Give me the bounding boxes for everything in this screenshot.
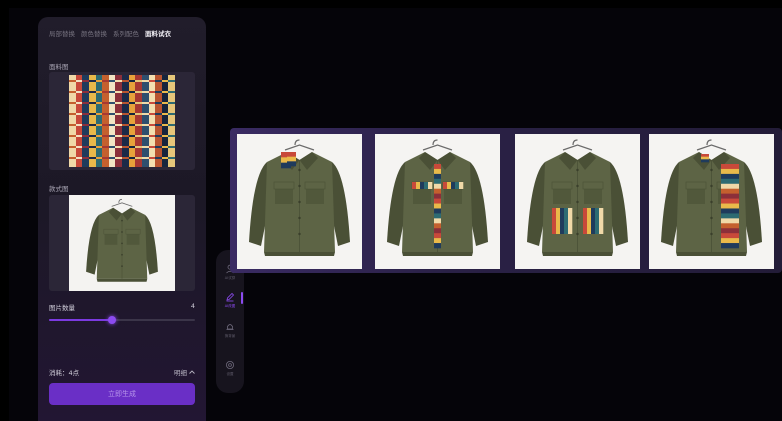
fabric-stripe bbox=[95, 75, 103, 167]
cost-row: 消耗：4点 明细 bbox=[49, 367, 195, 377]
rail-active-indicator bbox=[241, 292, 243, 304]
control-panel: 局部替换 颜色替换 系列配色 面料试衣 面料图 款式图 图片数量 4 消耗：4点… bbox=[38, 17, 206, 421]
tab-partial-replace[interactable]: 局部替换 bbox=[49, 28, 75, 38]
rail-item-background[interactable]: 换背景 bbox=[216, 322, 244, 339]
cost-detail-label: 明细 bbox=[174, 369, 187, 377]
fabric-stripe bbox=[141, 75, 149, 167]
fabric-stripe bbox=[102, 75, 109, 167]
tab-series-color[interactable]: 系列配色 bbox=[113, 28, 139, 38]
style-section-label: 款式图 bbox=[49, 185, 69, 193]
jacket-image bbox=[527, 139, 628, 256]
image-count-slider[interactable] bbox=[49, 316, 195, 324]
cost-label: 消耗：4点 bbox=[49, 369, 80, 377]
rail-label-edit: AI改图 bbox=[224, 304, 236, 308]
fabric-stripe bbox=[108, 75, 116, 167]
image-count-row: 图片数量 4 bbox=[49, 302, 195, 312]
generate-button[interactable]: 立即生成 bbox=[49, 383, 195, 405]
cost-detail-toggle[interactable]: 明细 bbox=[174, 367, 195, 377]
jacket-image bbox=[387, 139, 488, 256]
settings-icon bbox=[226, 361, 234, 369]
fabric-stripe bbox=[128, 75, 136, 167]
jacket-image bbox=[249, 139, 350, 256]
rail-item-edit[interactable]: AI改图 bbox=[216, 292, 244, 309]
result-image-3[interactable] bbox=[515, 134, 640, 269]
fabric-section-label: 面料图 bbox=[49, 63, 69, 71]
fabric-stripe bbox=[161, 75, 169, 167]
bell-icon bbox=[226, 324, 234, 330]
rail-item-settings[interactable]: 设置 bbox=[216, 360, 244, 377]
tab-color-replace[interactable]: 颜色替换 bbox=[81, 28, 107, 38]
fabric-stripe bbox=[88, 75, 96, 167]
result-image-1[interactable] bbox=[237, 134, 362, 269]
fabric-upload-area[interactable] bbox=[49, 72, 195, 170]
results-strip bbox=[230, 128, 782, 273]
slider-thumb[interactable] bbox=[107, 316, 116, 324]
slider-fill bbox=[49, 319, 112, 321]
fabric-stripe bbox=[122, 75, 129, 167]
fabric-stripe bbox=[82, 75, 89, 167]
fabric-image bbox=[69, 75, 175, 167]
style-image bbox=[69, 195, 175, 291]
fabric-stripe bbox=[75, 75, 83, 167]
result-image-2[interactable] bbox=[375, 134, 500, 269]
fabric-stripe bbox=[148, 75, 156, 167]
rail-label-tryon: AI试穿 bbox=[224, 276, 236, 280]
fabric-stripe bbox=[168, 75, 175, 167]
fabric-stripe bbox=[115, 75, 122, 167]
result-image-4[interactable] bbox=[649, 134, 774, 269]
jacket-image bbox=[661, 139, 762, 256]
rail-label-background: 换背景 bbox=[224, 334, 236, 338]
chevron-up-icon bbox=[189, 370, 195, 374]
jacket-image bbox=[86, 198, 158, 282]
image-count-label: 图片数量 bbox=[49, 304, 75, 312]
mode-tabs: 局部替换 颜色替换 系列配色 面料试衣 bbox=[49, 28, 171, 38]
fabric-stripe bbox=[155, 75, 162, 167]
fabric-stripe bbox=[135, 75, 142, 167]
pen-icon bbox=[226, 292, 235, 302]
rail-label-settings: 设置 bbox=[226, 372, 234, 376]
image-count-value: 4 bbox=[190, 302, 195, 310]
style-upload-area[interactable] bbox=[49, 195, 195, 291]
tab-fabric-tryon[interactable]: 面料试衣 bbox=[145, 28, 171, 38]
fabric-stripe bbox=[69, 75, 76, 167]
